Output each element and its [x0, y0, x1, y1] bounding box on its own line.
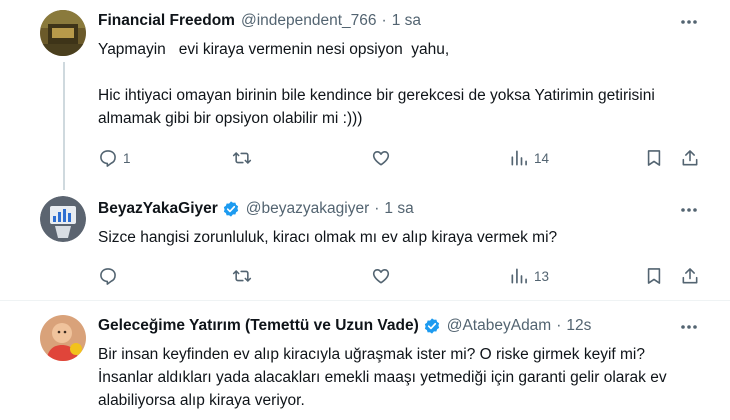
retweet-icon — [232, 270, 252, 282]
reply-button[interactable]: 1 — [98, 146, 131, 170]
views-icon — [511, 268, 527, 284]
reply-icon — [100, 150, 116, 167]
reply-icon — [100, 268, 116, 285]
tweet-actions: 13 — [98, 264, 710, 288]
user-handle[interactable]: @AtabeyAdam — [447, 317, 551, 335]
views-button[interactable]: 13 — [509, 264, 549, 288]
user-handle[interactable]: @beyazyakagiyer — [246, 200, 369, 218]
display-name[interactable]: Financial Freedom — [98, 12, 235, 30]
share-button[interactable] — [680, 264, 700, 288]
retweet-icon — [232, 152, 252, 164]
bookmark-icon — [647, 268, 661, 284]
tweet-beyazyakagiyer[interactable]: BeyazYakaGiyer @beyazyakagiyer · 1 sa Si… — [0, 190, 730, 300]
tweet-text: Yapmayin evi kiraya vermenin nesi opsiyo… — [98, 41, 655, 127]
tweet-header: Financial Freedom @independent_766 · 1 s… — [98, 10, 421, 32]
avatar-financial-freedom[interactable] — [40, 10, 86, 56]
timestamp[interactable]: 1 sa — [384, 200, 413, 218]
share-icon — [682, 268, 698, 284]
tweet-financial-freedom[interactable]: Financial Freedom @independent_766 · 1 s… — [0, 0, 730, 190]
reply-button[interactable] — [98, 264, 123, 288]
bookmark-button[interactable] — [644, 264, 664, 288]
bookmark-button[interactable] — [644, 146, 664, 170]
views-button[interactable]: 14 — [509, 146, 549, 170]
views-count: 14 — [534, 150, 550, 166]
verified-badge-icon — [223, 201, 238, 217]
more-options-button[interactable] — [678, 11, 700, 33]
verified-badge-icon — [424, 318, 439, 334]
tweet-text: Sizce hangisi zorunluluk, kiracı olmak m… — [98, 229, 558, 246]
thread-line — [63, 62, 65, 190]
display-name[interactable]: Geleceğime Yatırım (Temettü ve Uzun Vade… — [98, 317, 419, 335]
share-icon — [682, 150, 698, 166]
share-button[interactable] — [680, 146, 700, 170]
tweet-header: BeyazYakaGiyer @beyazyakagiyer · 1 sa — [98, 198, 414, 220]
separator-dot: · — [381, 12, 387, 29]
reply-count: 1 — [123, 150, 131, 166]
like-button[interactable] — [371, 264, 391, 288]
more-icon — [681, 325, 697, 329]
display-name[interactable]: BeyazYakaGiyer — [98, 200, 218, 218]
more-icon — [681, 208, 697, 212]
tweet-atabeyadam[interactable]: Geleceğime Yatırım (Temettü ve Uzun Vade… — [0, 301, 730, 420]
retweet-button[interactable] — [232, 146, 252, 170]
like-icon — [372, 151, 390, 166]
separator-dot: · — [556, 317, 562, 334]
views-count: 13 — [534, 268, 550, 284]
views-icon — [511, 150, 527, 166]
like-icon — [372, 269, 390, 284]
avatar-atabeyadam[interactable] — [40, 315, 86, 361]
separator-dot: · — [374, 200, 380, 217]
more-options-button[interactable] — [678, 316, 700, 338]
bookmark-icon — [647, 150, 661, 166]
like-button[interactable] — [371, 146, 391, 170]
retweet-button[interactable] — [232, 264, 252, 288]
avatar-beyazyakagiyer[interactable] — [40, 196, 86, 242]
timestamp[interactable]: 1 sa — [392, 12, 421, 30]
more-options-button[interactable] — [678, 199, 700, 221]
user-handle[interactable]: @independent_766 — [241, 12, 377, 30]
tweet-text: Bir insan keyfinden ev alıp kiracıyla uğ… — [98, 346, 671, 409]
more-icon — [681, 20, 697, 24]
timestamp[interactable]: 12s — [566, 317, 591, 335]
tweet-actions: 1 14 — [98, 146, 710, 170]
tweet-header: Geleceğime Yatırım (Temettü ve Uzun Vade… — [98, 315, 591, 337]
